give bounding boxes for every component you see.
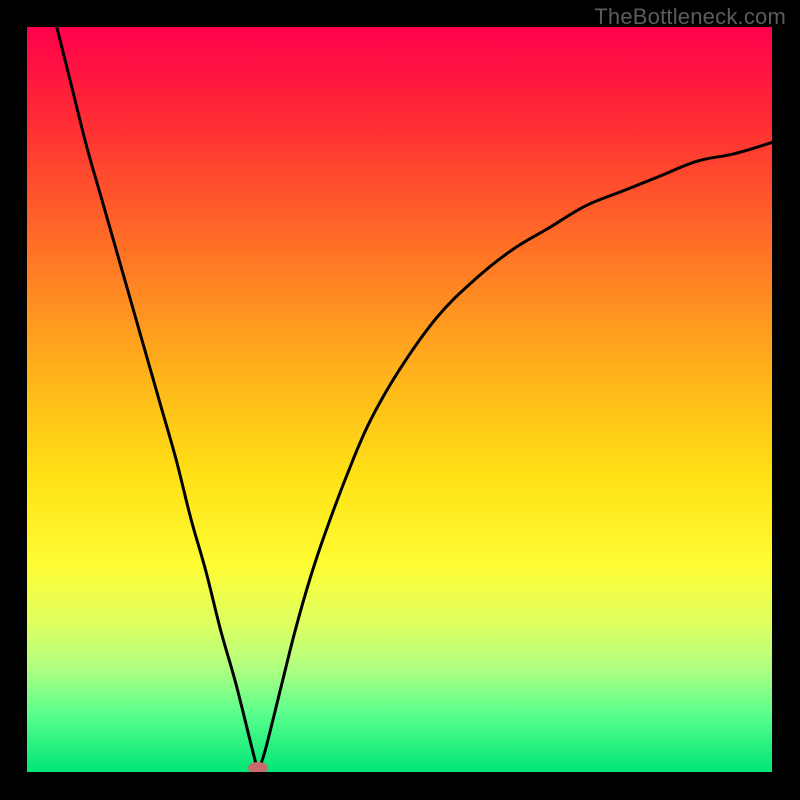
chart-svg	[27, 27, 772, 772]
curve-right-branch	[258, 142, 772, 772]
minimum-marker	[248, 762, 268, 772]
plot-area	[27, 27, 772, 772]
curve-left-branch	[57, 27, 258, 772]
watermark-text: TheBottleneck.com	[594, 4, 786, 30]
